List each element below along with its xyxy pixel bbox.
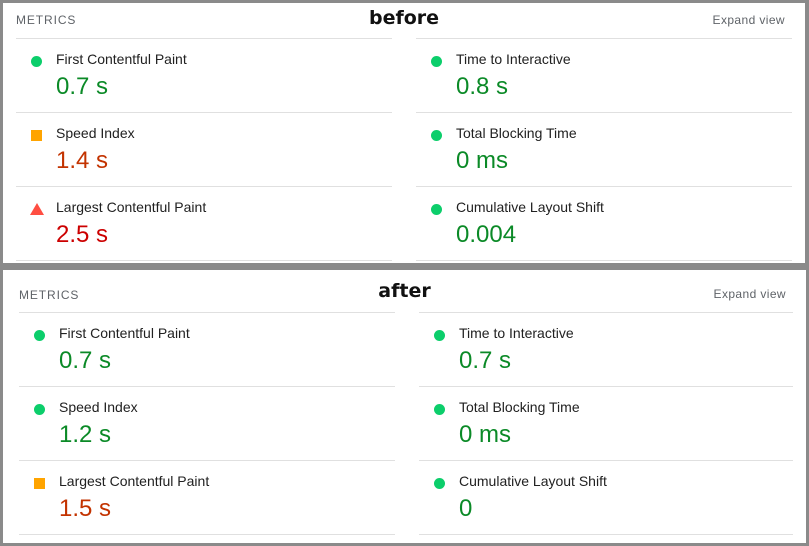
green-circle-icon xyxy=(431,130,442,141)
metric-time-to-interactive: Time to Interactive 0.8 s xyxy=(416,39,792,113)
metric-total-blocking-time: Total Blocking Time 0 ms xyxy=(416,113,792,187)
green-circle-icon xyxy=(431,204,442,215)
metric-value: 0.004 xyxy=(456,221,517,248)
metric-value: 0.7 s xyxy=(59,347,112,374)
metric-cumulative-layout-shift: Cumulative Layout Shift 0 xyxy=(419,461,793,535)
green-circle-icon xyxy=(431,56,442,67)
metric-name: First Contentful Paint xyxy=(56,51,187,67)
metric-largest-contentful-paint: Largest Contentful Paint 1.5 s xyxy=(19,461,395,535)
metric-value: 0.7 s xyxy=(56,73,109,100)
metric-name: Cumulative Layout Shift xyxy=(459,473,607,489)
metric-first-contentful-paint: First Contentful Paint 0.7 s xyxy=(16,39,392,113)
metrics-panel-after: METRICS after Expand view First Contentf… xyxy=(3,270,806,543)
metric-name: Speed Index xyxy=(59,399,138,415)
green-circle-icon xyxy=(34,404,45,415)
metric-largest-contentful-paint: Largest Contentful Paint 2.5 s xyxy=(16,187,392,261)
green-circle-icon xyxy=(34,330,45,341)
metric-cumulative-layout-shift: Cumulative Layout Shift 0.004 xyxy=(416,187,792,261)
expand-view-link[interactable]: Expand view xyxy=(713,13,785,27)
metric-name: Total Blocking Time xyxy=(459,399,580,415)
metric-name: Cumulative Layout Shift xyxy=(456,199,604,215)
metric-value: 0.8 s xyxy=(456,73,509,100)
metric-name: Time to Interactive xyxy=(456,51,571,67)
metric-name: Speed Index xyxy=(56,125,135,141)
metric-total-blocking-time: Total Blocking Time 0 ms xyxy=(419,387,793,461)
expand-view-link[interactable]: Expand view xyxy=(714,287,786,301)
metrics-heading: METRICS xyxy=(19,288,80,302)
green-circle-icon xyxy=(434,330,445,341)
metric-name: Largest Contentful Paint xyxy=(59,473,210,489)
metric-value: 1.2 s xyxy=(59,421,112,448)
metric-value: 0.7 s xyxy=(459,347,512,374)
metrics-header: METRICS after Expand view xyxy=(3,270,806,306)
metric-name: Time to Interactive xyxy=(459,325,574,341)
before-caption: before xyxy=(368,7,440,29)
metric-speed-index: Speed Index 1.2 s xyxy=(19,387,395,461)
green-circle-icon xyxy=(434,404,445,415)
orange-square-icon xyxy=(31,130,42,141)
metric-value: 0 ms xyxy=(459,421,512,448)
green-circle-icon xyxy=(31,56,42,67)
metric-value: 2.5 s xyxy=(56,221,109,248)
metric-name: Largest Contentful Paint xyxy=(56,199,207,215)
metric-name: First Contentful Paint xyxy=(59,325,190,341)
metric-speed-index: Speed Index 1.4 s xyxy=(16,113,392,187)
metric-value: 1.5 s xyxy=(59,495,112,522)
metric-first-contentful-paint: First Contentful Paint 0.7 s xyxy=(19,313,395,387)
metrics-heading: METRICS xyxy=(16,13,77,27)
red-triangle-icon xyxy=(30,203,44,215)
green-circle-icon xyxy=(434,478,445,489)
metrics-header: METRICS before Expand view xyxy=(3,3,805,39)
metric-value: 1.4 s xyxy=(56,147,109,174)
metrics-panel-before: METRICS before Expand view First Content… xyxy=(3,3,805,263)
after-caption: after xyxy=(378,280,431,302)
metric-name: Total Blocking Time xyxy=(456,125,577,141)
metric-value: 0 xyxy=(459,495,473,522)
metric-value: 0 ms xyxy=(456,147,509,174)
metric-time-to-interactive: Time to Interactive 0.7 s xyxy=(419,313,793,387)
orange-square-icon xyxy=(34,478,45,489)
